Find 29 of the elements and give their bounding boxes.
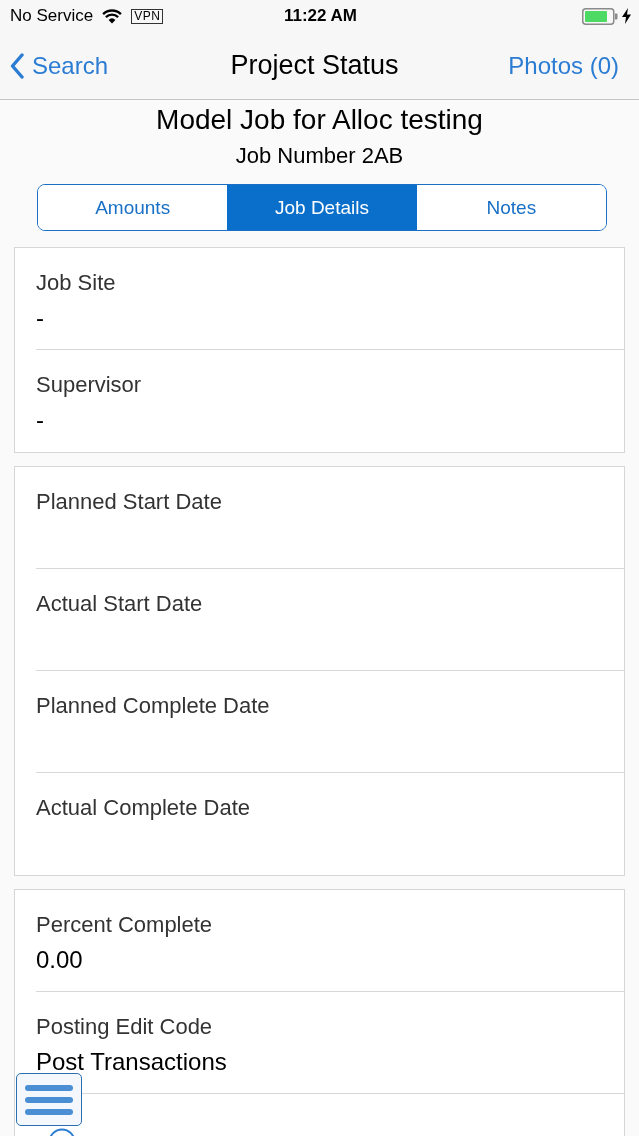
charging-bolt-icon — [622, 8, 631, 24]
tab[interactable]: Notes — [416, 185, 606, 230]
field-label: Supervisor — [36, 372, 143, 398]
job-title: Model Job for Alloc testing — [155, 103, 484, 137]
battery-icon — [582, 7, 618, 25]
field-label: Planned Start Date — [36, 489, 223, 515]
wifi-icon — [102, 8, 123, 24]
status-time: 11:22 AM — [283, 6, 358, 26]
nav-title: Project Status — [230, 50, 399, 81]
field-value: - — [36, 406, 45, 434]
field-value: 0.00 — [36, 946, 84, 974]
field-label: Posting Edit Code — [36, 1014, 214, 1040]
photos-button[interactable]: Photos (0) — [508, 51, 619, 80]
menu-icon — [24, 1083, 74, 1116]
field-label: Actual Start Date — [36, 591, 204, 617]
back-button[interactable]: Search — [10, 51, 109, 80]
field-label: Planned Complete Date — [36, 693, 271, 719]
tab[interactable]: Amounts — [38, 185, 228, 230]
tab[interactable]: Job Details — [227, 185, 417, 230]
menu-button[interactable] — [16, 1073, 82, 1126]
vpn-indicator: VPN — [131, 8, 164, 24]
field-label: Percent Complete — [36, 912, 214, 938]
field-label: Job Site — [36, 270, 117, 296]
field-label: Actual Complete Date — [36, 795, 251, 821]
field-value: Post Transactions — [36, 1048, 228, 1076]
back-chevron-icon — [10, 52, 24, 79]
carrier-text: No Service — [10, 6, 94, 26]
field-value: - — [36, 304, 45, 332]
job-number: Job Number 2AB — [234, 142, 405, 170]
